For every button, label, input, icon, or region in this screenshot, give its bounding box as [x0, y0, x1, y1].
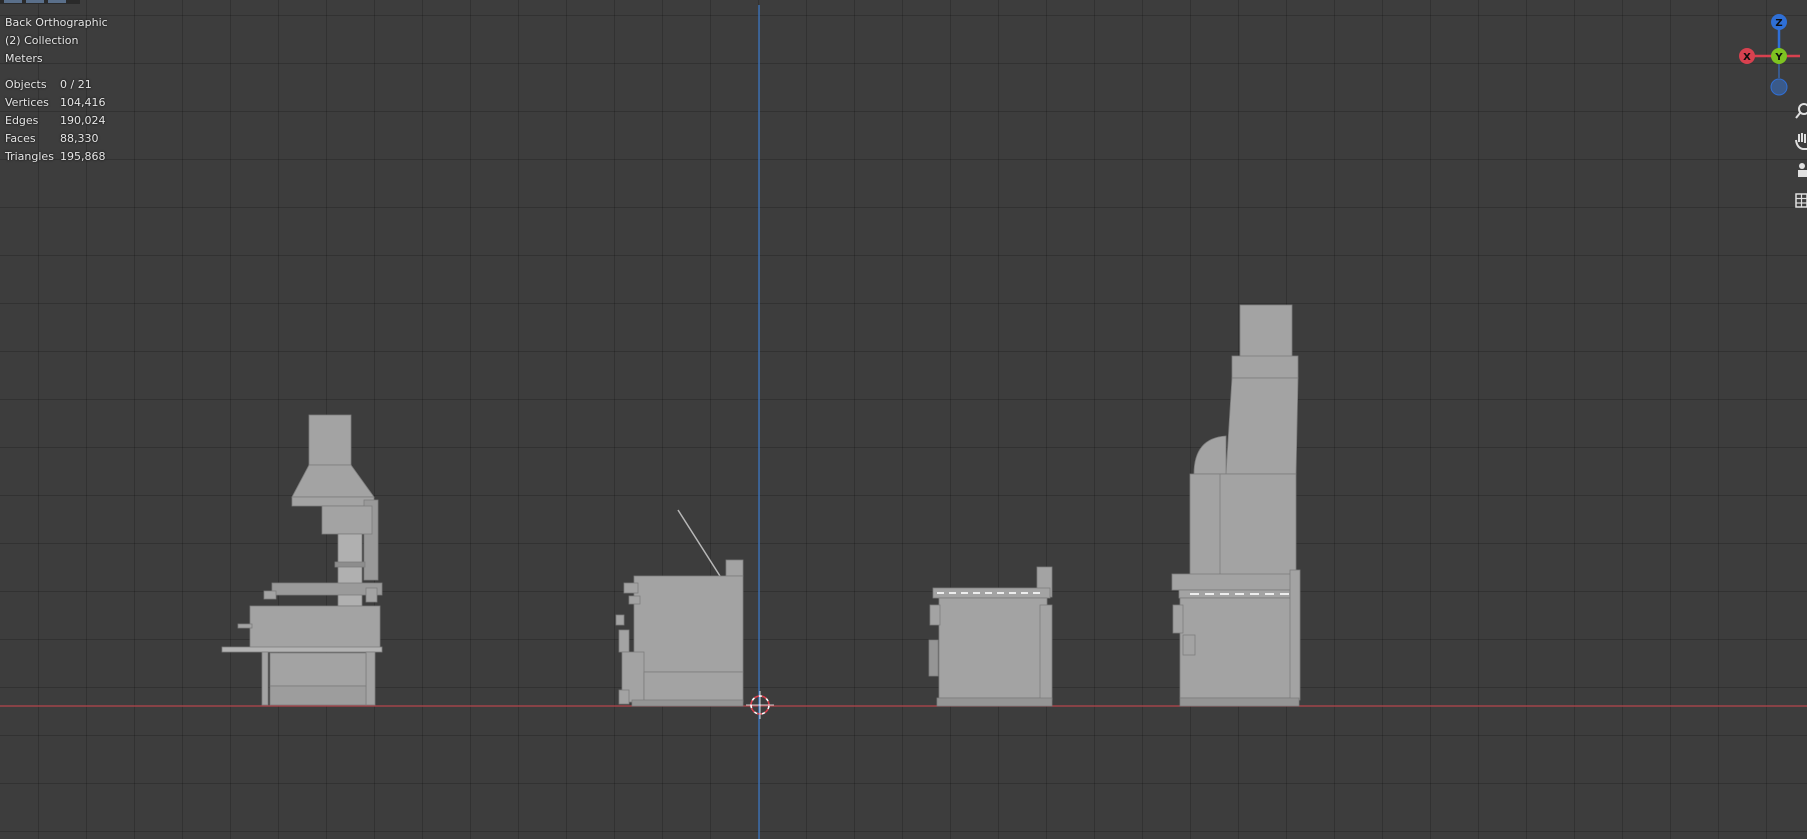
stat-value-faces: 88,330	[60, 132, 99, 145]
stat-value-triangles: 195,868	[60, 150, 106, 163]
3d-viewport[interactable]: Z X Y Back Orthographic (2) Collection M…	[0, 0, 1807, 839]
mesh-stove-with-hood[interactable]	[221, 414, 383, 706]
gizmo-y-label: Y	[1774, 52, 1783, 63]
stat-label-faces: Faces	[5, 132, 36, 145]
grid-perspective-icon[interactable]	[1793, 190, 1807, 212]
stat-value-vertices: 104,416	[60, 96, 106, 109]
mesh-range-with-chimney[interactable]	[1171, 304, 1301, 707]
navigation-gizmo[interactable]: Z X Y	[1739, 14, 1800, 96]
mesh-range-with-antenna[interactable]	[615, 509, 744, 707]
collection-label: (2) Collection	[5, 34, 79, 47]
scene-view[interactable]: Z X Y	[0, 0, 1807, 839]
stat-label-objects: Objects	[5, 78, 47, 91]
gizmo-x-label: X	[1743, 52, 1751, 63]
stat-value-objects: 0 / 21	[60, 78, 92, 91]
view-name: Back Orthographic	[5, 16, 108, 29]
hand-pan-icon[interactable]	[1793, 130, 1807, 152]
viewport-navigation-tools	[1793, 100, 1807, 220]
3d-cursor[interactable]	[746, 691, 774, 719]
zoom-icon[interactable]	[1793, 100, 1807, 122]
units-label: Meters	[5, 52, 43, 65]
stat-value-edges: 190,024	[60, 114, 106, 127]
stat-label-edges: Edges	[5, 114, 39, 127]
scene-statistics: Objects 0 / 21 Vertices 104,416 Edges 19…	[5, 76, 108, 166]
mesh-range-cooker[interactable]	[928, 566, 1053, 707]
stat-label-triangles: Triangles	[5, 150, 54, 163]
gizmo-z-label: Z	[1775, 18, 1782, 29]
stat-label-vertices: Vertices	[5, 96, 49, 109]
camera-icon[interactable]	[1793, 160, 1807, 182]
gizmo-neg-z-axis[interactable]	[1770, 78, 1788, 96]
viewport-info-overlay: Back Orthographic (2) Collection Meters …	[5, 14, 108, 166]
